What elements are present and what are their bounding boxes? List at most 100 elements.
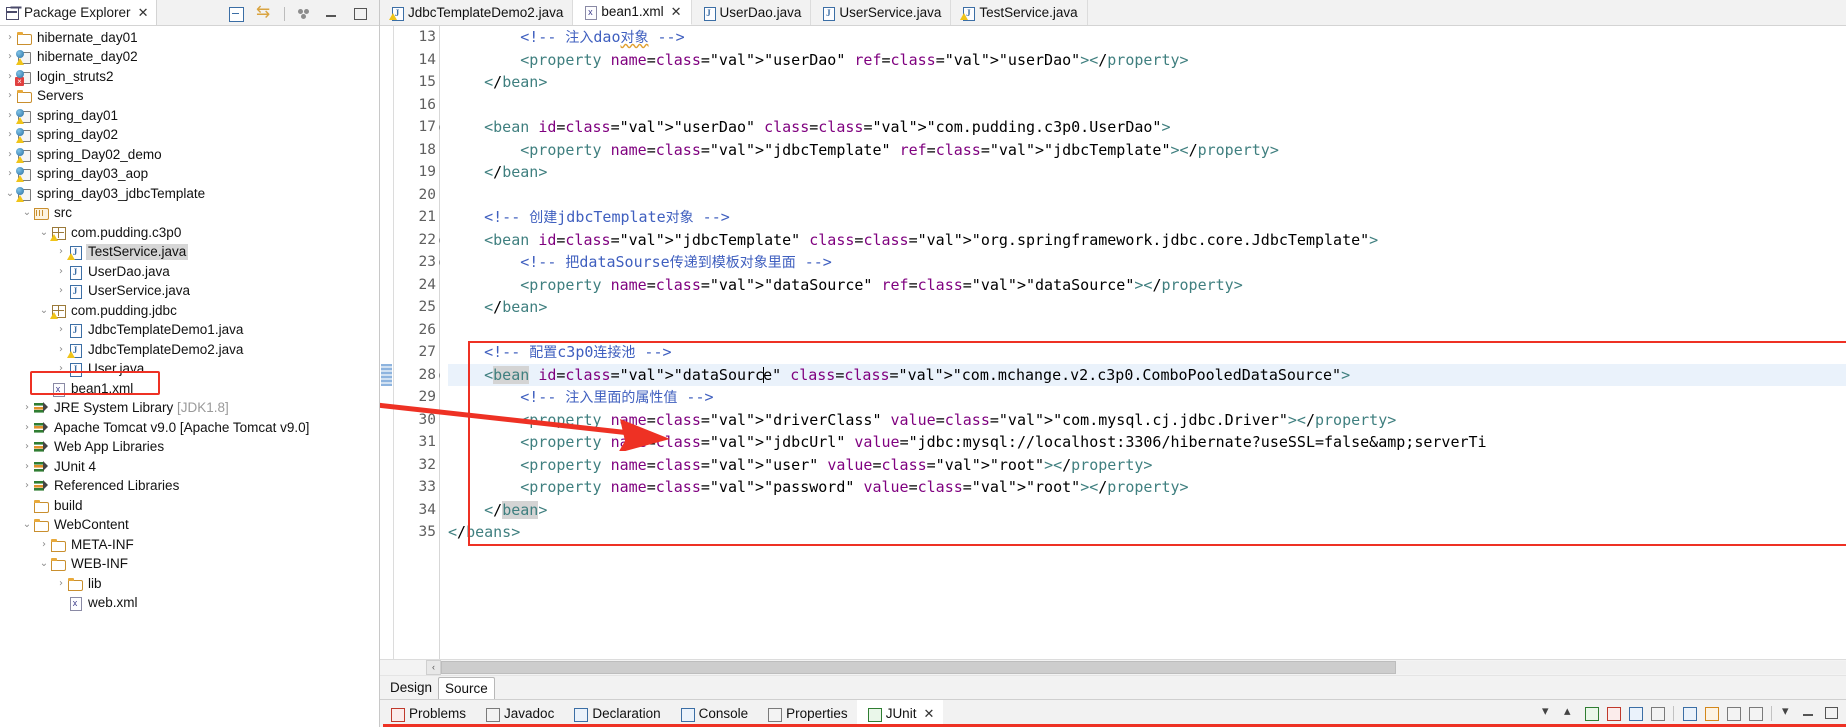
tree-item[interactable]: › spring_Day02_demo (0, 145, 379, 165)
collapse-all-icon[interactable] (228, 6, 245, 22)
tree-item[interactable]: › JRE System Library [JDK1.8] (0, 399, 379, 419)
chevron-right-icon[interactable]: › (4, 169, 16, 179)
chevron-down-icon[interactable]: ⌄ (4, 188, 16, 199)
tree-item[interactable]: ⌄ src (0, 204, 379, 224)
chevron-right-icon[interactable]: › (4, 130, 16, 140)
code-scroll-area[interactable]: <!-- 注入dao对象 --> <property name=class="v… (440, 26, 1846, 659)
monitor-icon[interactable] (1627, 705, 1644, 722)
code-line[interactable]: <property name=class="val">"userDao" ref… (448, 49, 1846, 72)
code-line[interactable] (448, 94, 1846, 117)
project-tree[interactable]: › hibernate_day01 › hibernate_day02 › × login_… (0, 26, 379, 727)
code-line[interactable]: <property name=class="val">"driverClass"… (448, 409, 1846, 432)
tree-item[interactable]: bean1.xml (0, 379, 379, 399)
chevron-right-icon[interactable]: › (55, 578, 67, 589)
code-line[interactable]: </bean> (448, 161, 1846, 184)
code-line[interactable]: </bean> (448, 296, 1846, 319)
tree-item[interactable]: › UserService.java (0, 282, 379, 302)
tree-item[interactable]: ⌄ com.pudding.c3p0 (0, 223, 379, 243)
chevron-right-icon[interactable]: › (4, 32, 16, 43)
chevron-right-icon[interactable]: › (21, 442, 33, 452)
chevron-right-icon[interactable]: › (38, 539, 50, 550)
code-line[interactable] (448, 184, 1846, 207)
chevron-down-icon[interactable]: ⌄ (21, 520, 33, 530)
sort-up-icon[interactable] (1561, 703, 1578, 722)
tree-item[interactable]: › User.java (0, 360, 379, 380)
filter-icon[interactable] (1703, 705, 1720, 722)
chevron-right-icon[interactable]: › (55, 364, 67, 374)
code-line[interactable]: <!-- 创建jdbcTemplate对象 --> (448, 206, 1846, 229)
chevron-right-icon[interactable]: › (55, 247, 67, 257)
chevron-right-icon[interactable]: › (55, 325, 67, 335)
horizontal-scroll-track[interactable] (441, 661, 1846, 674)
xml-source-code[interactable]: <!-- 注入dao对象 --> <property name=class="v… (440, 26, 1846, 544)
panel-icon[interactable] (1747, 705, 1764, 722)
scroll-left-button[interactable]: ‹ (426, 660, 441, 675)
editor-mode-tab-source[interactable]: Source (438, 677, 495, 699)
code-line[interactable] (448, 319, 1846, 342)
tree-item[interactable]: › Servers (0, 87, 379, 107)
chevron-down-icon[interactable]: ⌄ (38, 559, 50, 569)
link-with-editor-icon[interactable] (256, 3, 273, 22)
chevron-right-icon[interactable]: › (4, 149, 16, 160)
tree-item[interactable]: › × login_struts2 (0, 67, 379, 87)
tree-item[interactable]: › hibernate_day02 (0, 48, 379, 68)
horizontal-scrollbar-row[interactable]: ‹ (380, 659, 1846, 676)
code-line[interactable]: <property name=class="val">"dataSource" … (448, 274, 1846, 297)
chevron-right-icon[interactable]: › (4, 91, 16, 101)
chevron-right-icon[interactable]: › (55, 344, 67, 355)
close-icon[interactable]: ✕ (671, 5, 682, 18)
tree-item[interactable]: › spring_day01 (0, 106, 379, 126)
design-source-tabs[interactable]: Design Source (380, 675, 1846, 699)
tree-item[interactable]: build (0, 496, 379, 516)
tree-item[interactable]: ⌄ spring_day03_jdbcTemplate (0, 184, 379, 204)
tree-item[interactable]: › JdbcTemplateDemo1.java (0, 321, 379, 341)
tree-item[interactable]: › spring_day03_aop (0, 165, 379, 185)
code-line[interactable]: <property name=class="val">"jdbcUrl" val… (448, 431, 1846, 454)
chevron-down-icon[interactable]: ⌄ (38, 227, 50, 238)
annotation-ruler[interactable] (380, 26, 394, 659)
code-line[interactable]: <!-- 配置c3p0连接池 --> (448, 341, 1846, 364)
close-icon[interactable]: ✕ (138, 6, 149, 19)
view-tab-declaration[interactable]: Declaration (563, 700, 669, 727)
code-line[interactable]: <!-- 注入里面的属性值 --> (448, 386, 1846, 409)
editor-tabbar[interactable]: JdbcTemplateDemo2.java bean1.xml ✕ UserDao.… (380, 0, 1846, 26)
chevron-down-icon[interactable]: ⌄ (21, 208, 33, 218)
tree-item[interactable]: ⌄ com.pudding.jdbc (0, 301, 379, 321)
code-line[interactable]: <bean id=class="val">"jdbcTemplate" clas… (448, 229, 1846, 252)
chevron-right-icon[interactable]: › (55, 286, 67, 296)
chevron-right-icon[interactable]: › (21, 422, 33, 433)
tree-item[interactable]: › hibernate_day01 (0, 28, 379, 48)
horizontal-scroll-thumb[interactable] (441, 661, 1397, 674)
view-tab-properties[interactable]: Properties (757, 700, 857, 727)
editor-tab[interactable]: TestService.java (951, 0, 1088, 25)
editor-tab[interactable]: JdbcTemplateDemo2.java (380, 0, 574, 25)
minimize-icon[interactable] (1801, 705, 1818, 722)
tree-item[interactable]: › UserDao.java (0, 262, 379, 282)
editor-tab[interactable]: UserDao.java (691, 0, 812, 25)
search-icon[interactable] (1681, 705, 1698, 722)
code-line[interactable]: <bean id=class="val">"userDao" class=cla… (448, 116, 1846, 139)
chevron-right-icon[interactable]: › (4, 110, 16, 121)
code-line[interactable]: <property name=class="val">"jdbcTemplate… (448, 139, 1846, 162)
maximize-icon[interactable] (352, 6, 369, 22)
code-line[interactable]: <property name=class="val">"password" va… (448, 476, 1846, 499)
editor-mode-tab-design[interactable]: Design (384, 677, 438, 699)
chevron-right-icon[interactable]: › (21, 403, 33, 413)
code-line[interactable]: <!-- 把dataSourse传递到模板对象里面 --> (448, 251, 1846, 274)
tree-item[interactable]: › JdbcTemplateDemo2.java (0, 340, 379, 360)
tree-item[interactable]: web.xml (0, 594, 379, 614)
chevron-right-icon[interactable]: › (55, 266, 67, 277)
list-icon[interactable] (1649, 705, 1666, 722)
close-icon[interactable]: ✕ (923, 707, 934, 720)
editor-tab[interactable]: UserService.java (811, 0, 952, 25)
sort-down-icon[interactable] (1539, 703, 1556, 722)
history-icon[interactable] (1605, 705, 1622, 722)
tree-item[interactable]: ⌄ WebContent (0, 516, 379, 536)
pin-icon[interactable] (1725, 705, 1742, 722)
chevron-right-icon[interactable]: › (21, 481, 33, 491)
tab-package-explorer[interactable]: Package Explorer ✕ (0, 0, 158, 25)
code-line[interactable]: </bean> (448, 71, 1846, 94)
tree-item[interactable]: › META-INF (0, 535, 379, 555)
code-line[interactable]: <bean id=class="val">"dataSource" class=… (448, 363, 1846, 386)
view-menu-icon[interactable] (1779, 703, 1796, 722)
